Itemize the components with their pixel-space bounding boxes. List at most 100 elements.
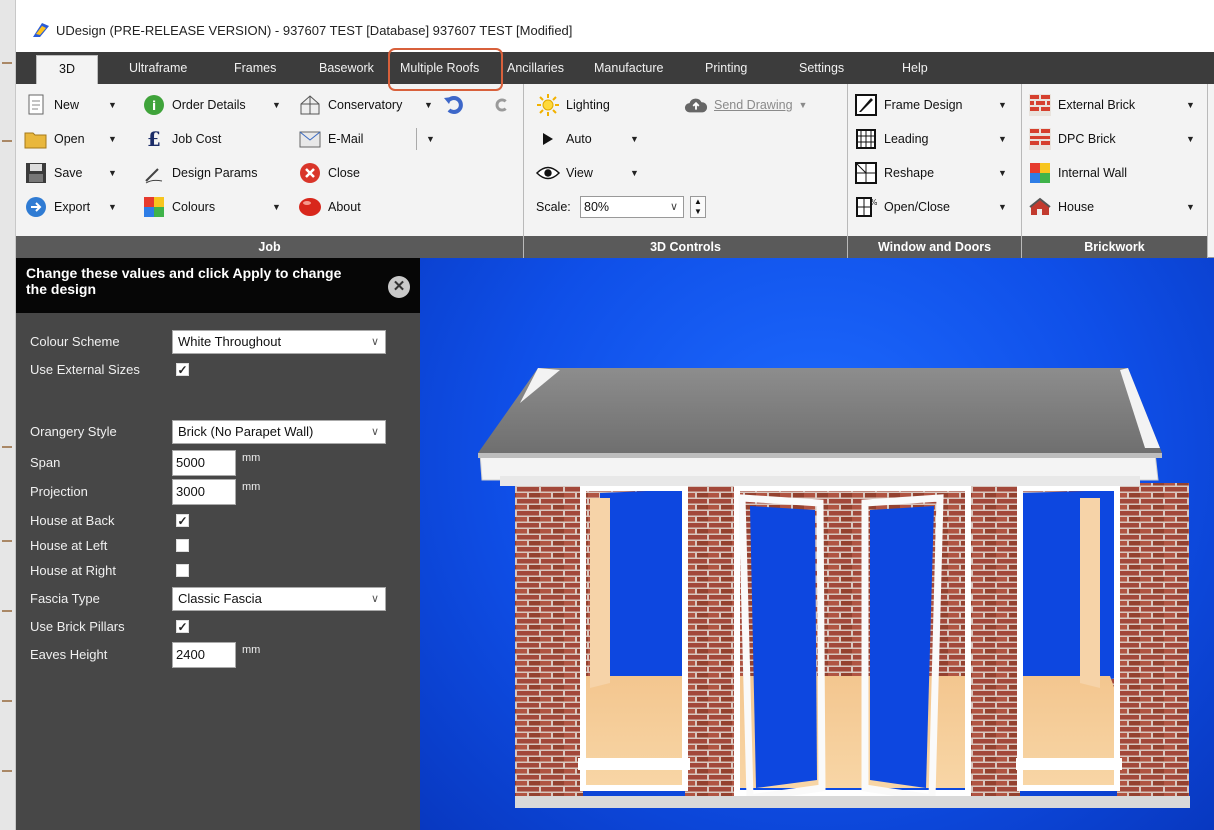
3d-viewport[interactable] (420, 258, 1214, 830)
reshape-dropdown-arrow[interactable]: ▼ (998, 158, 1007, 188)
order-details-label: Order Details (172, 98, 246, 112)
about-button[interactable]: About (298, 192, 361, 222)
tab-manufacture[interactable]: Manufacture (594, 52, 663, 84)
export-label: Export (54, 200, 91, 214)
use-external-sizes-label: Use External Sizes (30, 362, 140, 377)
open-button[interactable]: Open (24, 124, 85, 154)
scale-select[interactable]: 80% ∨ (580, 196, 684, 218)
tab-ultraframe[interactable]: Ultraframe (129, 52, 187, 84)
dpc-brick-dropdown-arrow[interactable]: ▼ (1186, 124, 1195, 154)
open-dropdown-arrow[interactable]: ▼ (108, 124, 117, 154)
house-at-left-checkbox[interactable] (176, 539, 189, 552)
frame-design-button[interactable]: Frame Design (854, 90, 963, 120)
conservatory-button[interactable]: Conservatory (298, 90, 402, 120)
new-dropdown-arrow[interactable]: ▼ (108, 90, 117, 120)
ribbon-group-brickwork: External Brick ▼ DPC Brick ▼ Internal Wa… (1022, 84, 1208, 258)
eye-icon (536, 161, 560, 185)
view-dropdown-arrow[interactable]: ▼ (630, 158, 639, 188)
external-brick-dropdown-arrow[interactable]: ▼ (1186, 90, 1195, 120)
email-dropdown-arrow[interactable]: ▼ (426, 124, 435, 154)
frame-design-icon (854, 93, 878, 117)
house-at-right-checkbox[interactable] (176, 564, 189, 577)
lighting-button[interactable]: Lighting (536, 90, 610, 120)
about-icon (298, 195, 322, 219)
scale-label: Scale: (536, 200, 571, 214)
fascia-type-select[interactable]: Classic Fascia ∨ (172, 587, 386, 611)
close-job-button[interactable]: Close (298, 158, 360, 188)
orangery-style-select[interactable]: Brick (No Parapet Wall) ∨ (172, 420, 386, 444)
pound-sign-icon: £ (147, 127, 161, 151)
leading-button[interactable]: Leading (854, 124, 929, 154)
new-document-icon (24, 93, 48, 117)
dpc-brick-icon (1028, 127, 1052, 151)
reshape-button[interactable]: Reshape (854, 158, 934, 188)
tab-printing[interactable]: Printing (705, 52, 747, 84)
group-label-3d-controls: 3D Controls (524, 236, 847, 258)
reshape-icon (854, 161, 878, 185)
house-button[interactable]: House (1028, 192, 1094, 222)
design-params-label: Design Params (172, 166, 258, 180)
order-details-dropdown-arrow[interactable]: ▼ (272, 90, 281, 120)
use-external-sizes-checkbox[interactable]: ✓ (176, 363, 189, 376)
background-window-edge (0, 0, 16, 830)
house-at-back-checkbox[interactable]: ✓ (176, 514, 189, 527)
span-input[interactable]: 5000 (172, 450, 236, 476)
scale-spinner[interactable]: ▲ ▼ (690, 196, 706, 218)
projection-input[interactable]: 3000 (172, 479, 236, 505)
projection-unit: mm (242, 481, 261, 493)
email-button[interactable]: E-Mail (298, 124, 363, 154)
design-params-button[interactable]: Design Params (142, 158, 257, 188)
tab-3d[interactable]: 3D (36, 55, 98, 84)
open-close-button[interactable]: % Open/Close (854, 192, 950, 222)
lighting-label: Lighting (566, 98, 610, 112)
conservatory-dropdown-arrow[interactable]: ▼ (424, 90, 433, 120)
view-label: View (566, 166, 593, 180)
chevron-down-icon: ∨ (669, 201, 678, 213)
save-button[interactable]: Save (24, 158, 83, 188)
tab-settings[interactable]: Settings (799, 52, 844, 84)
undo-icon (442, 93, 466, 117)
export-button[interactable]: Export (24, 192, 90, 222)
tab-frames[interactable]: Frames (234, 52, 276, 84)
save-disk-icon (24, 161, 48, 185)
redo-button[interactable] (494, 90, 516, 120)
leading-dropdown-arrow[interactable]: ▼ (998, 124, 1007, 154)
save-label: Save (54, 166, 83, 180)
dpc-brick-button[interactable]: DPC Brick (1028, 124, 1116, 154)
save-dropdown-arrow[interactable]: ▼ (108, 158, 117, 188)
colours-dropdown-arrow[interactable]: ▼ (272, 192, 281, 222)
frame-design-dropdown-arrow[interactable]: ▼ (998, 90, 1007, 120)
job-cost-button[interactable]: £ Job Cost (142, 124, 221, 154)
close-panel-icon[interactable]: ✕ (388, 276, 410, 298)
colours-button[interactable]: Colours (142, 192, 215, 222)
sun-icon (536, 93, 560, 117)
new-button[interactable]: New (24, 90, 79, 120)
send-drawing-button[interactable]: Send Drawing ▼ (684, 90, 807, 120)
colour-scheme-select[interactable]: White Throughout ∨ (172, 330, 386, 354)
house-dropdown-arrow[interactable]: ▼ (1186, 192, 1195, 222)
undo-button[interactable] (442, 90, 472, 120)
span-label: Span (30, 455, 61, 470)
eaves-height-input[interactable]: 2400 (172, 642, 236, 668)
panel-header: Change these values and click Apply to c… (16, 258, 420, 313)
ribbon-group-3d-controls: Lighting Send Drawing ▼ Auto ▼ View ▼ Sc… (524, 84, 848, 258)
auto-dropdown-arrow[interactable]: ▼ (630, 124, 639, 154)
leading-label: Leading (884, 132, 929, 146)
house-icon (1028, 195, 1052, 219)
use-brick-pillars-checkbox[interactable]: ✓ (176, 620, 189, 633)
export-dropdown-arrow[interactable]: ▼ (108, 192, 117, 222)
tab-multiple-roofs[interactable]: Multiple Roofs (400, 52, 479, 84)
group-label-brickwork: Brickwork (1022, 236, 1207, 258)
internal-wall-icon (1028, 161, 1052, 185)
pencil-icon (142, 161, 166, 185)
view-button[interactable]: View (536, 158, 593, 188)
internal-wall-button[interactable]: Internal Wall (1028, 158, 1127, 188)
external-brick-button[interactable]: External Brick (1028, 90, 1135, 120)
auto-label: Auto (566, 132, 592, 146)
auto-button[interactable]: Auto (536, 124, 592, 154)
tab-basework[interactable]: Basework (319, 52, 374, 84)
tab-ancillaries[interactable]: Ancillaries (507, 52, 564, 84)
order-details-button[interactable]: i Order Details (142, 90, 246, 120)
tab-help[interactable]: Help (902, 52, 928, 84)
open-close-dropdown-arrow[interactable]: ▼ (998, 192, 1007, 222)
